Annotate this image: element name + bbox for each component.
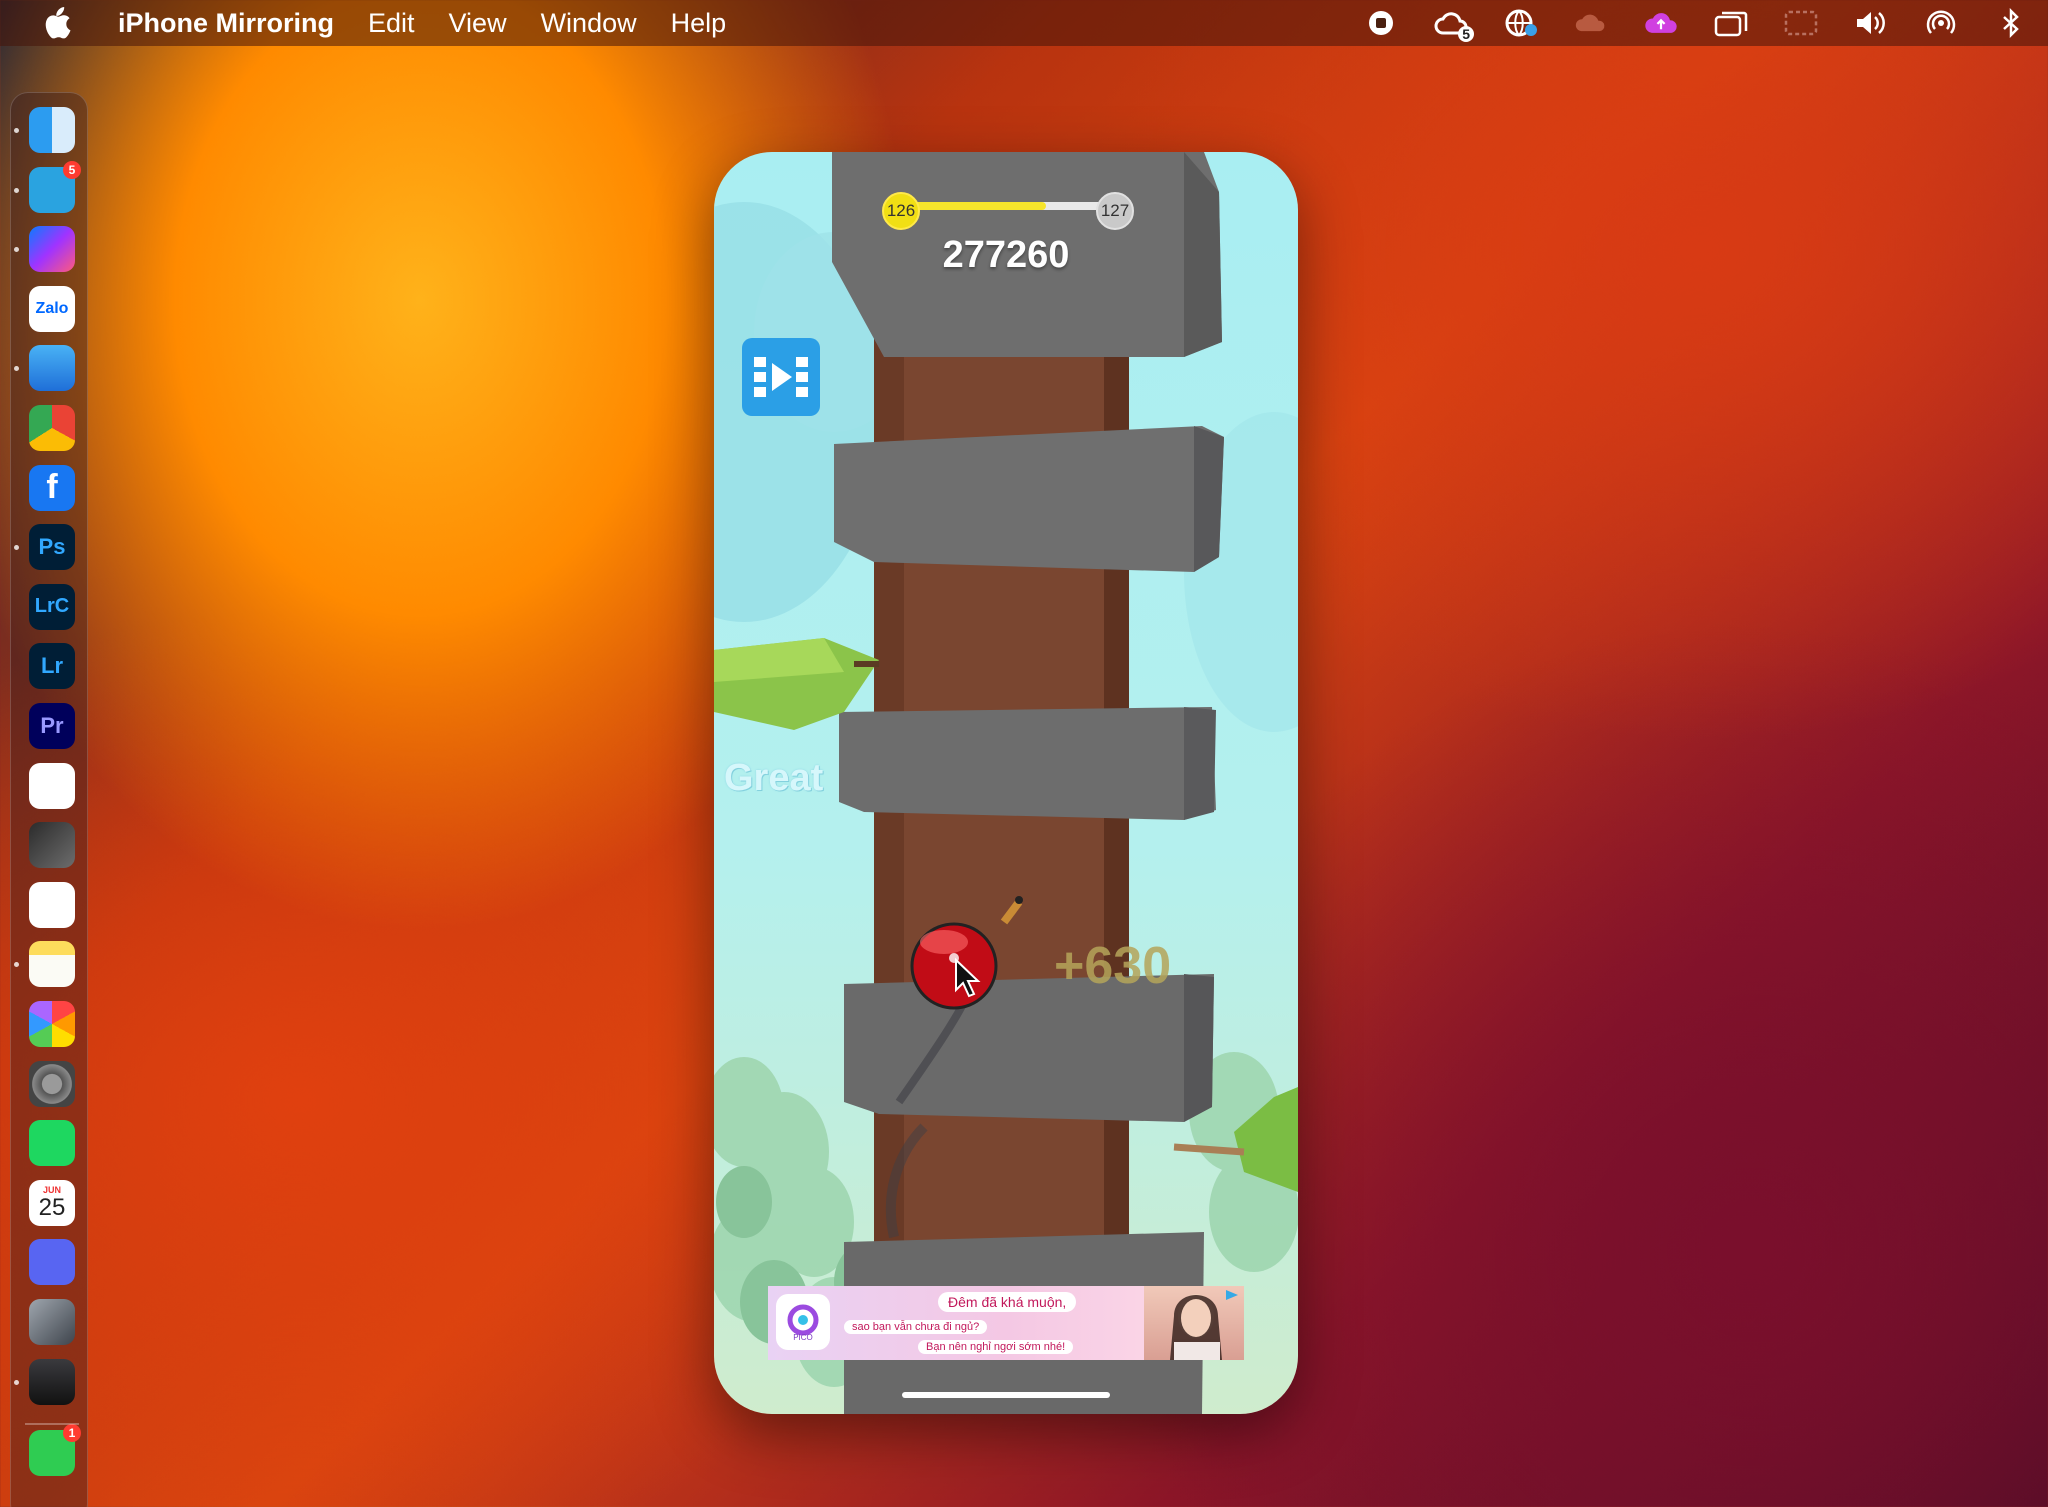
dock-app-system-settings[interactable] bbox=[29, 1060, 75, 1107]
dock-app-messenger[interactable] bbox=[29, 226, 75, 273]
dock-app-safari[interactable] bbox=[29, 345, 75, 392]
current-level: 126 bbox=[882, 192, 920, 230]
ad-title: Đêm đã khá muộn, bbox=[938, 1292, 1077, 1312]
record-icon[interactable] bbox=[1364, 6, 1398, 40]
dock-app-iphone-mirroring[interactable] bbox=[29, 1358, 75, 1405]
dock-app-facetime[interactable]: 1 bbox=[29, 1424, 81, 1476]
ad-choices-icon[interactable] bbox=[1224, 1288, 1240, 1302]
dock-app-chrome[interactable] bbox=[29, 405, 75, 451]
dock-app-lightroom-classic[interactable]: LrC bbox=[29, 583, 75, 630]
network-icon[interactable] bbox=[1504, 6, 1538, 40]
running-indicator bbox=[14, 962, 19, 968]
dock-app-telegram[interactable]: 5 bbox=[29, 160, 81, 213]
dock-app-finder[interactable] bbox=[29, 107, 75, 153]
creative-cloud-icon[interactable]: 5 bbox=[1434, 6, 1474, 42]
dock-app-label: Ps bbox=[38, 534, 66, 560]
menu-window[interactable]: Window bbox=[541, 8, 637, 39]
red-ball[interactable] bbox=[910, 922, 998, 1010]
dock-app-label: f bbox=[46, 468, 58, 507]
feedback-text: Great bbox=[724, 757, 824, 799]
dock-app-spotify[interactable] bbox=[29, 1120, 75, 1167]
cloud-icon[interactable] bbox=[1574, 6, 1608, 40]
dock-app-label: Lr bbox=[41, 653, 63, 679]
dock-app-capcut[interactable] bbox=[29, 762, 75, 809]
ad-banner[interactable]: PICO Đêm đã khá muộn, sao bạn vẫn chưa đ… bbox=[768, 1286, 1244, 1360]
dock-app-freeform[interactable] bbox=[29, 881, 75, 928]
dock-app-discord[interactable] bbox=[29, 1239, 75, 1286]
notification-badge: 1 bbox=[63, 1424, 81, 1442]
menu-view[interactable]: View bbox=[449, 8, 507, 39]
points-popup: +630 bbox=[1054, 937, 1172, 995]
running-indicator bbox=[14, 545, 19, 551]
cc-badge: 5 bbox=[1458, 26, 1474, 42]
video-reward-button[interactable] bbox=[742, 338, 820, 416]
running-indicator bbox=[14, 247, 19, 253]
running-indicator bbox=[14, 187, 19, 193]
dock-app-utilities[interactable] bbox=[29, 1299, 75, 1345]
next-level: 127 bbox=[1096, 192, 1134, 230]
level-progress: 126 127 bbox=[882, 192, 1134, 230]
airdrop-icon[interactable] bbox=[1924, 6, 1958, 40]
dock: 5 Zalo f Ps LrC Lr Pr JUN 25 1 bbox=[10, 92, 88, 1507]
iphone-mirror-window[interactable]: 126 127 277260 Great +630 PICO Đêm đã kh… bbox=[714, 152, 1298, 1414]
running-indicator bbox=[14, 366, 19, 372]
dock-app-facebook[interactable]: f bbox=[29, 464, 75, 511]
dock-separator bbox=[25, 1423, 79, 1425]
level-progress-track bbox=[902, 202, 1102, 210]
dock-app-label: Zalo bbox=[35, 299, 69, 317]
ad-logo: PICO bbox=[776, 1294, 830, 1350]
calendar-day: 25 bbox=[38, 1193, 66, 1221]
dock-app-photos[interactable] bbox=[29, 1001, 75, 1047]
dock-app-lightroom[interactable]: Lr bbox=[29, 643, 75, 690]
svg-text:PICO: PICO bbox=[793, 1333, 813, 1342]
ad-line-1: sao bạn vẫn chưa đi ngủ? bbox=[844, 1320, 988, 1334]
screen-mirroring-icon[interactable] bbox=[1714, 6, 1748, 40]
menu-app-name[interactable]: iPhone Mirroring bbox=[118, 8, 334, 39]
dock-app-label: Pr bbox=[40, 713, 64, 738]
score: 277260 bbox=[942, 234, 1070, 276]
dock-app-premiere-pro[interactable]: Pr bbox=[29, 703, 75, 749]
display-icon[interactable] bbox=[1784, 6, 1818, 40]
bluetooth-icon[interactable] bbox=[1994, 6, 2028, 40]
pico-logo-icon: PICO bbox=[787, 1304, 819, 1342]
notification-badge: 5 bbox=[63, 160, 81, 179]
dock-app-notes[interactable] bbox=[29, 941, 75, 988]
dock-app-calendar[interactable]: JUN 25 bbox=[29, 1179, 75, 1226]
ad-line-2: Bạn nên nghỉ ngơi sớm nhé! bbox=[918, 1340, 1074, 1354]
menu-help[interactable]: Help bbox=[671, 8, 727, 39]
dock-app-photoshop[interactable]: Ps bbox=[29, 524, 75, 571]
volume-icon[interactable] bbox=[1854, 6, 1888, 40]
dock-app-label: LrC bbox=[34, 595, 70, 618]
tower bbox=[832, 152, 1224, 1414]
film-play-icon bbox=[754, 357, 808, 397]
home-indicator[interactable] bbox=[902, 1392, 1110, 1398]
apple-icon[interactable] bbox=[36, 2, 78, 44]
status-area: 5 bbox=[1364, 0, 2028, 46]
dock-app-final-cut[interactable] bbox=[29, 822, 75, 869]
menu-bar: iPhone Mirroring Edit View Window Help 5 bbox=[0, 0, 2048, 46]
running-indicator bbox=[14, 128, 19, 133]
running-indicator bbox=[14, 1379, 19, 1385]
dock-app-zalo[interactable]: Zalo bbox=[29, 285, 75, 332]
level-progress-fill bbox=[902, 202, 1046, 210]
cloud-sync-icon[interactable] bbox=[1644, 6, 1678, 40]
menu-edit[interactable]: Edit bbox=[368, 8, 415, 39]
